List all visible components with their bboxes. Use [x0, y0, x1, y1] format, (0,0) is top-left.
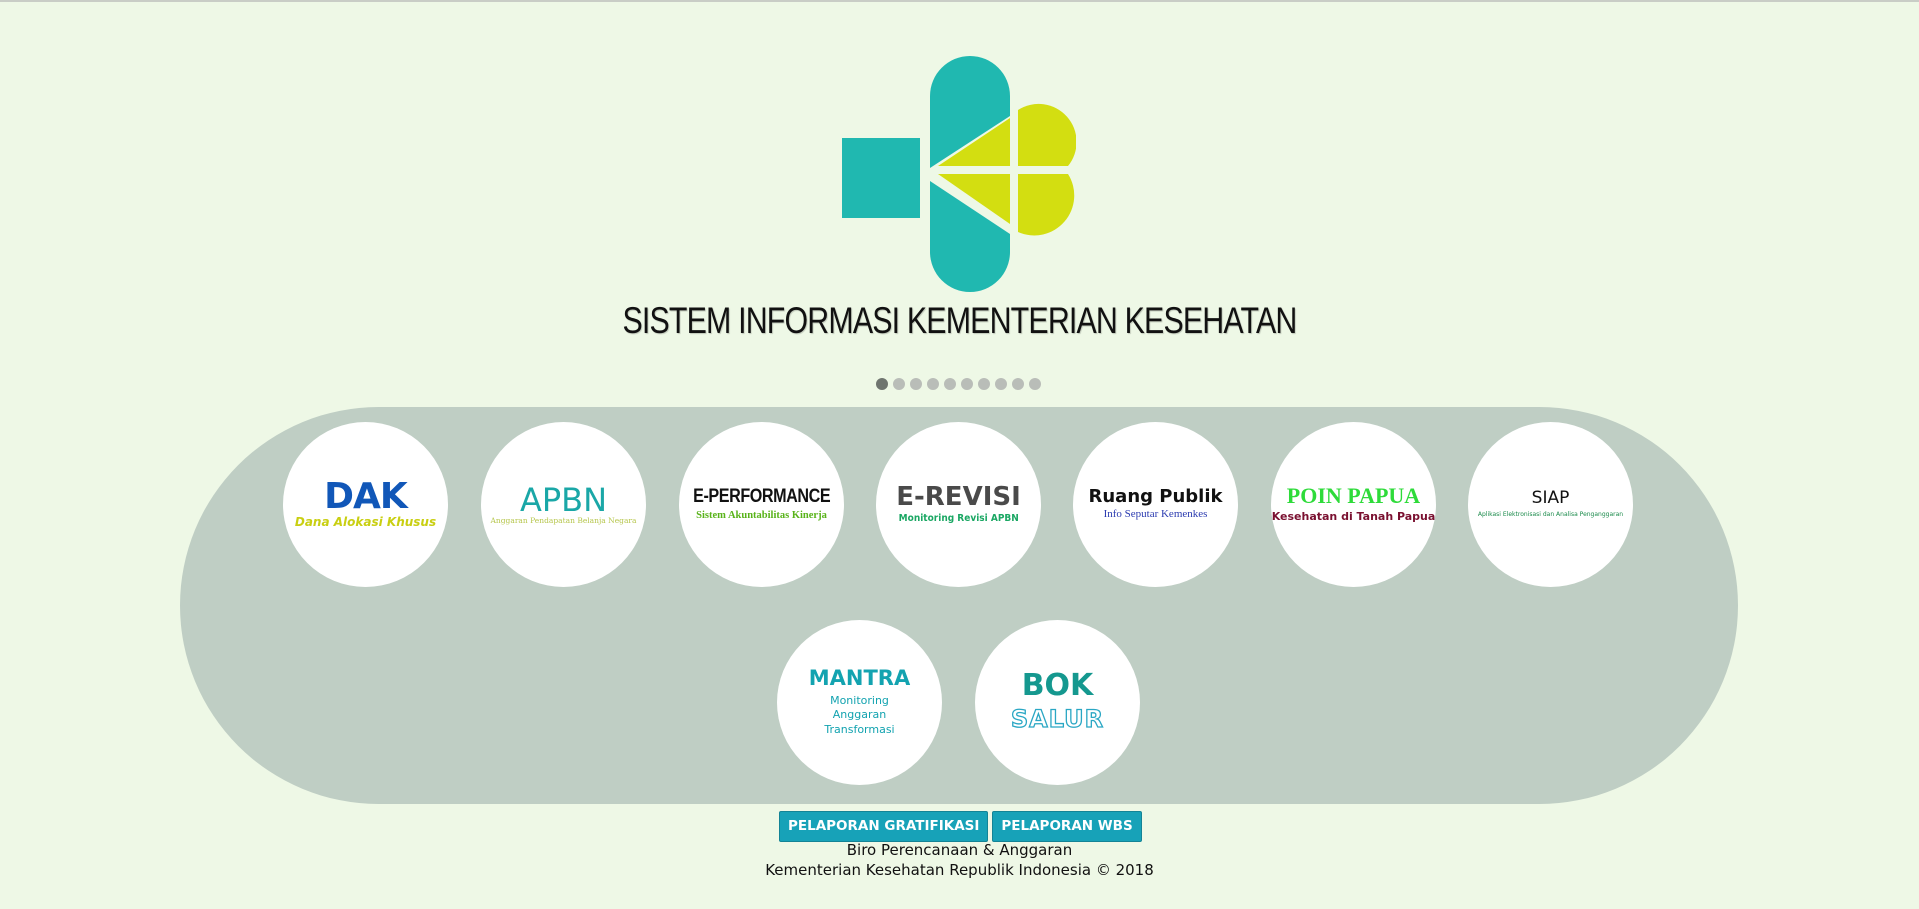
- app-link-dak[interactable]: DAK Dana Alokasi Khusus: [283, 422, 448, 587]
- app-link-ruang-publik[interactable]: Ruang Publik Info Seputar Kemenkes: [1073, 422, 1238, 587]
- carousel-dot[interactable]: [978, 378, 990, 390]
- app-subtitle: Sistem Akuntabilitas Kinerja: [696, 509, 827, 521]
- app-link-e-revisi[interactable]: E-REVISI Monitoring Revisi APBN: [876, 422, 1041, 587]
- app-title: SIAP: [1531, 488, 1570, 509]
- app-subtitle: Monitoring Anggaran Transformasi: [824, 694, 895, 736]
- app-subtitle: Aplikasi Elektronisasi dan Analisa Penga…: [1477, 511, 1624, 519]
- app-link-bok-salur[interactable]: BOK SALUR: [975, 620, 1140, 785]
- footer-copyright: Kementerian Kesehatan Republik Indonesia…: [765, 861, 1154, 879]
- kemenkes-logo: [842, 56, 1076, 292]
- app-subtitle: Anggaran Pendapatan Belanja Negara: [490, 516, 637, 525]
- app-title: BOK: [1021, 668, 1094, 704]
- app-title: POIN PAPUA: [1286, 483, 1421, 509]
- footer-organization: Biro Perencanaan & Anggaran: [846, 841, 1073, 859]
- app-subtitle: Kesehatan di Tanah Papua: [1271, 510, 1436, 524]
- app-link-poin-papua[interactable]: POIN PAPUA Kesehatan di Tanah Papua: [1271, 422, 1436, 587]
- app-title: E-PERFORMANCE: [692, 485, 831, 507]
- app-subtitle: SALUR: [1010, 704, 1105, 734]
- carousel-indicators: [876, 378, 1041, 390]
- app-subtitle: Info Seputar Kemenkes: [1103, 507, 1208, 520]
- page-title: SISTEM INFORMASI KEMENTERIAN KESEHATAN: [622, 300, 1297, 341]
- carousel-dot[interactable]: [876, 378, 888, 390]
- gratification-report-button[interactable]: PELAPORAN GRATIFIKASI: [779, 811, 989, 842]
- carousel-dot[interactable]: [910, 378, 922, 390]
- app-link-e-performance[interactable]: E-PERFORMANCE Sistem Akuntabilitas Kiner…: [679, 422, 844, 587]
- app-subtitle: Dana Alokasi Khusus: [294, 515, 437, 530]
- carousel-dot[interactable]: [944, 378, 956, 390]
- carousel-dot[interactable]: [1029, 378, 1041, 390]
- carousel-dot[interactable]: [1012, 378, 1024, 390]
- app-title: MANTRA: [808, 666, 911, 691]
- carousel-dot[interactable]: [995, 378, 1007, 390]
- wbs-report-button[interactable]: PELAPORAN WBS: [992, 811, 1142, 842]
- carousel-dot[interactable]: [961, 378, 973, 390]
- carousel-dot[interactable]: [893, 378, 905, 390]
- app-title: Ruang Publik: [1088, 485, 1223, 507]
- app-title: E-REVISI: [896, 482, 1021, 512]
- app-subtitle: Monitoring Revisi APBN: [898, 513, 1019, 524]
- app-title: DAK: [324, 476, 408, 518]
- app-link-apbn[interactable]: APBN Anggaran Pendapatan Belanja Negara: [481, 422, 646, 587]
- app-link-mantra[interactable]: MANTRA Monitoring Anggaran Transformasi: [777, 620, 942, 785]
- app-link-siap[interactable]: SIAP Aplikasi Elektronisasi dan Analisa …: [1468, 422, 1633, 587]
- report-buttons: PELAPORAN GRATIFIKASI PELAPORAN WBS: [779, 811, 1142, 842]
- app-title: APBN: [519, 481, 608, 519]
- carousel-dot[interactable]: [927, 378, 939, 390]
